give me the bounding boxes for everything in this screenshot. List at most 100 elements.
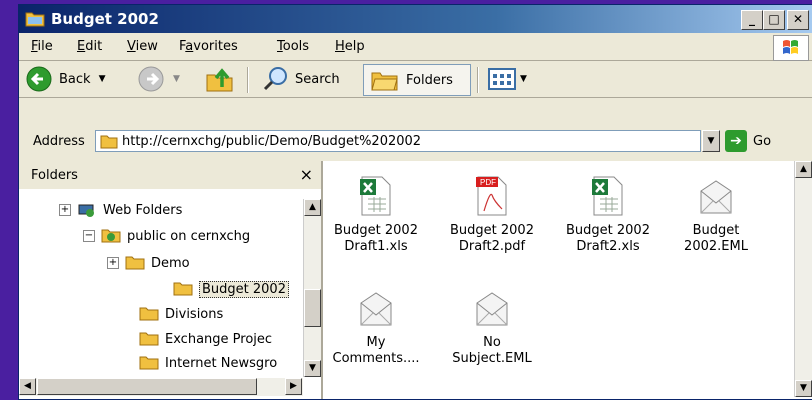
file-name-line1: Budget <box>692 223 740 238</box>
back-button[interactable]: Back ▼ <box>25 65 105 93</box>
minimize-button[interactable]: _ <box>741 10 763 30</box>
folder-icon <box>173 282 193 296</box>
folders-pane: Folders × + Web Folders − public on cern… <box>19 161 323 399</box>
chevron-down-icon[interactable]: ▼ <box>99 74 106 84</box>
explorer-window: Budget 2002 _ □ ✕ File Edit View Favorit… <box>18 4 812 400</box>
menu-file[interactable]: File <box>31 39 53 54</box>
menu-help[interactable]: Help <box>335 39 365 54</box>
tree-item-public[interactable]: − public on cernxchg <box>83 225 250 247</box>
scroll-down-icon[interactable]: ▼ <box>795 380 812 397</box>
search-label: Search <box>295 71 340 87</box>
file-name-line1: Budget 2002 <box>450 223 534 238</box>
folders-icon <box>371 72 398 91</box>
file-name-line2: Subject.EML <box>452 351 532 366</box>
network-folder-icon <box>101 229 121 243</box>
address-dropdown-button[interactable]: ▼ <box>702 130 720 152</box>
file-list-pane: Budget 2002 Draft1.xls PDF Budget 2002 D… <box>323 161 812 399</box>
scroll-up-icon[interactable]: ▲ <box>795 161 812 178</box>
search-button[interactable]: Search <box>261 65 340 93</box>
folders-label: Folders <box>406 72 453 88</box>
title-bar[interactable]: Budget 2002 _ □ ✕ <box>19 5 812 33</box>
file-item[interactable]: My Comments.... <box>323 287 431 367</box>
file-item[interactable]: No Subject.EML <box>437 287 547 367</box>
tree-item-demo[interactable]: + Demo <box>107 252 190 274</box>
back-label: Back <box>59 71 91 87</box>
excel-icon <box>592 176 623 216</box>
folders-vertical-scrollbar[interactable]: ▲ ▼ <box>303 199 321 377</box>
forward-arrow-icon <box>138 66 164 92</box>
file-item[interactable]: Budget 2002 Draft2.xls <box>553 175 663 255</box>
tree-item-budget-2002[interactable]: Budget 2002 <box>173 278 289 300</box>
address-input[interactable]: http://cernxchg/public/Demo/Budget%20200… <box>95 130 701 152</box>
file-name-line2: Draft2.pdf <box>458 239 526 254</box>
collapse-icon[interactable]: − <box>83 230 95 242</box>
tree-item-label: Divisions <box>165 306 224 322</box>
file-item[interactable]: Budget 2002.EML <box>661 175 771 255</box>
expand-icon[interactable]: + <box>107 257 119 269</box>
menu-bar: File Edit View Favorites Tools Help <box>19 34 812 61</box>
file-name-line2: Comments.... <box>332 351 420 366</box>
file-item[interactable]: PDF Budget 2002 Draft2.pdf <box>437 175 547 255</box>
tree-item-internet-newsgroups[interactable]: Internet Newsgro <box>139 352 277 374</box>
folder-icon <box>139 356 159 370</box>
folder-icon <box>139 307 159 321</box>
scroll-left-icon[interactable]: ◀ <box>19 378 36 395</box>
excel-icon <box>360 176 391 216</box>
tree-item-label: Budget 2002 <box>199 280 289 298</box>
menu-view[interactable]: View <box>127 39 158 54</box>
window-title: Budget 2002 <box>51 10 159 28</box>
expand-icon[interactable]: + <box>59 204 71 216</box>
folder-icon <box>125 256 145 270</box>
pdf-icon: PDF <box>476 176 507 216</box>
tree-item-web-folders[interactable]: + Web Folders <box>59 199 182 221</box>
scroll-up-icon[interactable]: ▲ <box>304 199 321 216</box>
folders-horizontal-scrollbar[interactable]: ◀ ▶ <box>19 378 303 396</box>
forward-button[interactable]: ▼ <box>137 65 180 93</box>
file-name-line1: No <box>483 335 501 350</box>
scrollbar-thumb[interactable] <box>37 378 257 395</box>
close-icon[interactable]: × <box>300 165 313 184</box>
tree-item-exchange-projects[interactable]: Exchange Projec <box>139 328 272 350</box>
file-item[interactable]: Budget 2002 Draft1.xls <box>323 175 431 255</box>
tree-item-label: Demo <box>151 255 190 271</box>
windows-logo-icon <box>773 35 809 61</box>
go-label: Go <box>753 133 772 149</box>
scroll-right-icon[interactable]: ▶ <box>285 378 302 395</box>
back-arrow-icon <box>26 66 52 92</box>
views-button[interactable]: ▼ <box>487 65 527 93</box>
folders-button[interactable]: Folders <box>363 64 471 96</box>
folder-icon <box>25 12 45 27</box>
maximize-button[interactable]: □ <box>763 10 785 30</box>
folders-pane-title: Folders <box>31 168 78 183</box>
folder-tree: + Web Folders − public on cernxchg + Dem… <box>19 189 303 374</box>
file-name-line2: Draft1.xls <box>344 239 408 254</box>
scroll-down-icon[interactable]: ▼ <box>304 360 321 377</box>
file-name-line1: Budget 2002 <box>334 223 418 238</box>
chevron-down-icon[interactable]: ▼ <box>173 74 180 84</box>
email-icon <box>700 180 732 214</box>
folder-icon <box>139 332 159 346</box>
tree-item-label: Exchange Projec <box>165 331 273 347</box>
folders-pane-header: Folders × <box>19 161 321 189</box>
address-bar: Address http://cernxchg/public/Demo/Budg… <box>19 127 812 157</box>
files-vertical-scrollbar[interactable]: ▲ ▼ <box>794 161 812 397</box>
tree-item-label: public on cernxchg <box>127 228 251 244</box>
views-icon <box>488 68 516 90</box>
go-button[interactable]: ➔ Go <box>725 130 771 152</box>
go-arrow-icon: ➔ <box>725 130 747 152</box>
menu-tools[interactable]: Tools <box>277 39 309 54</box>
scrollbar-thumb[interactable] <box>304 289 321 327</box>
chevron-down-icon[interactable]: ▼ <box>520 74 527 84</box>
standard-toolbar: Back ▼ ▼ Search Folders ▼ <box>19 61 812 98</box>
tree-item-divisions[interactable]: Divisions <box>139 303 223 325</box>
menu-favorites[interactable]: Favorites <box>179 39 238 54</box>
address-value: http://cernxchg/public/Demo/Budget%20200… <box>122 134 422 149</box>
tree-item-label: Web Folders <box>103 202 183 218</box>
up-folder-button[interactable] <box>205 65 235 93</box>
svg-text:PDF: PDF <box>480 178 496 187</box>
menu-edit[interactable]: Edit <box>77 39 102 54</box>
file-name-line1: Budget 2002 <box>566 223 650 238</box>
file-name-line2: Draft2.xls <box>576 239 640 254</box>
close-button[interactable]: ✕ <box>787 10 809 30</box>
email-icon <box>476 292 508 326</box>
